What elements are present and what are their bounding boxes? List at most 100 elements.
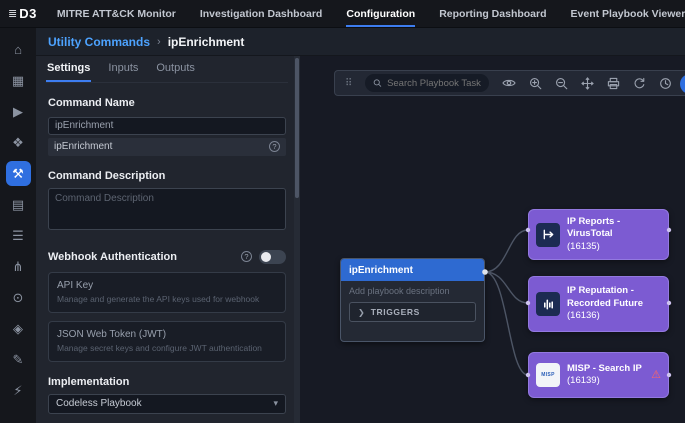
recorded-future-icon xyxy=(536,292,560,316)
breadcrumb-current: ipEnrichment xyxy=(168,35,245,49)
pencil-icon: ✎ xyxy=(13,353,24,366)
jwt-card[interactable]: JSON Web Token (JWT) Manage secret keys … xyxy=(48,321,286,362)
sidebar-item-database[interactable]: ☰ xyxy=(0,220,36,251)
tab-settings[interactable]: Settings xyxy=(46,56,91,82)
api-key-card[interactable]: API Key Manage and generate the API keys… xyxy=(48,272,286,313)
task-id: (16135) xyxy=(567,241,661,253)
misp-icon: MISP xyxy=(536,363,560,387)
playbook-canvas[interactable]: ⠿ xyxy=(300,56,685,423)
implementation-select[interactable]: Codeless Playbook ▾ xyxy=(48,394,286,414)
triggers-expander[interactable]: ❯ TRIGGERS xyxy=(349,302,476,322)
api-key-description: Manage and generate the API keys used fo… xyxy=(57,294,277,305)
brand-logo[interactable]: ≣ D3 xyxy=(0,0,47,27)
playbook-node-ipenrichment[interactable]: ipEnrichment Add playbook description ❯ … xyxy=(340,258,485,342)
triggers-label: TRIGGERS xyxy=(371,307,420,317)
zoom-out-button[interactable] xyxy=(555,77,568,90)
command-description-input[interactable] xyxy=(48,188,286,230)
command-description-label: Command Description xyxy=(48,170,286,182)
sidebar-item-broadcast[interactable]: ⊙ xyxy=(0,282,36,313)
move-icon xyxy=(581,77,594,90)
search-input[interactable] xyxy=(387,78,481,89)
sidebar-item-integrations[interactable]: ❖ xyxy=(0,127,36,158)
settings-panel: Settings Inputs Outputs Command Name ipE… xyxy=(36,56,300,423)
playbook-search[interactable] xyxy=(365,74,489,92)
pan-button[interactable] xyxy=(581,77,594,90)
nav-mitre-attack-monitor[interactable]: MITRE ATT&CK Monitor xyxy=(57,0,176,27)
webhook-authentication-label: Webhook Authentication xyxy=(48,251,177,263)
task-id: (16136) xyxy=(567,310,661,322)
sidebar-item-utility-commands[interactable]: ⚒ xyxy=(0,158,36,189)
task-id: (16139) xyxy=(567,375,644,387)
sidebar-item-monitor[interactable]: ▶ xyxy=(0,96,36,127)
nav-items: MITRE ATT&CK Monitor Investigation Dashb… xyxy=(57,0,685,27)
help-icon[interactable]: ? xyxy=(269,141,280,152)
network-icon: ⋔ xyxy=(13,260,24,273)
implementation-label: Implementation xyxy=(48,376,286,388)
command-name-internal-value: ipEnrichment xyxy=(54,141,112,152)
toggle-knob xyxy=(261,252,271,262)
sidebar-item-calendar[interactable]: ▦ xyxy=(0,65,36,96)
implementation-value: Codeless Playbook xyxy=(56,398,142,409)
chevron-right-icon: ❯ xyxy=(358,308,365,317)
logo-text: D3 xyxy=(19,6,37,21)
task-node-virustotal[interactable]: IP Reports - VirusTotal (16135) xyxy=(528,209,669,260)
sidebar-item-home[interactable]: ⌂ xyxy=(0,34,36,65)
scrollbar-thumb[interactable] xyxy=(295,58,299,198)
search-icon xyxy=(373,78,382,88)
nav-reporting-dashboard[interactable]: Reporting Dashboard xyxy=(439,0,546,27)
preview-button[interactable] xyxy=(502,76,516,90)
top-navigation: ≣ D3 MITRE ATT&CK Monitor Investigation … xyxy=(0,0,685,28)
webhook-help-icon[interactable]: ? xyxy=(241,251,252,262)
chevron-down-icon: ▾ xyxy=(273,398,278,409)
app-root: ≣ D3 MITRE ATT&CK Monitor Investigation … xyxy=(0,0,685,423)
calendar-alt-icon: ▤ xyxy=(12,198,24,211)
icon-sidebar: ⌂ ▦ ▶ ❖ ⚒ ▤ ☰ ⋔ ⊙ ◈ ✎ ⚡ xyxy=(0,28,36,423)
warning-icon[interactable]: ⚠ xyxy=(651,370,661,381)
sidebar-item-automation[interactable]: ⚡ xyxy=(0,375,36,406)
zoom-out-icon xyxy=(555,77,568,90)
webhook-toggle[interactable] xyxy=(259,250,286,264)
home-icon: ⌂ xyxy=(14,43,22,56)
task-node-misp[interactable]: MISP MISP - Search IP (16139) ⚠ xyxy=(528,352,669,398)
sidebar-item-editor[interactable]: ✎ xyxy=(0,344,36,375)
nav-investigation-dashboard[interactable]: Investigation Dashboard xyxy=(200,0,323,27)
nav-configuration[interactable]: Configuration xyxy=(346,0,415,27)
badge-icon: ◈ xyxy=(13,322,23,335)
api-key-title: API Key xyxy=(57,280,277,291)
chevron-right-icon: › xyxy=(157,36,161,48)
drag-handle-icon[interactable]: ⠿ xyxy=(345,78,352,89)
sidebar-item-connections[interactable]: ⋔ xyxy=(0,251,36,282)
printer-icon xyxy=(607,77,620,90)
playbook-node-description[interactable]: Add playbook description xyxy=(349,286,476,296)
print-button[interactable] xyxy=(607,77,620,90)
refresh-icon xyxy=(633,77,646,90)
sidebar-item-schedule[interactable]: ▤ xyxy=(0,189,36,220)
command-name-internal-row: ipEnrichment ? xyxy=(48,138,286,156)
zoom-in-icon xyxy=(529,77,542,90)
breadcrumb-parent[interactable]: Utility Commands xyxy=(48,35,150,49)
command-name-label: Command Name xyxy=(48,97,286,109)
task-title: IP Reputation - Recorded Future xyxy=(567,285,661,310)
playbook-toolbar: ⠿ xyxy=(334,70,685,96)
command-name-input[interactable] xyxy=(48,117,286,135)
task-node-recorded-future[interactable]: IP Reputation - Recorded Future (16136) xyxy=(528,276,669,332)
breadcrumb: Utility Commands › ipEnrichment xyxy=(36,28,685,56)
task-title: MISP - Search IP xyxy=(567,363,644,375)
history-button[interactable] xyxy=(659,77,672,90)
panel-tabs: Settings Inputs Outputs xyxy=(46,56,288,83)
sidebar-item-badge[interactable]: ◈ xyxy=(0,313,36,344)
jwt-title: JSON Web Token (JWT) xyxy=(57,329,277,340)
nav-event-playbook-viewer[interactable]: Event Playbook Viewer xyxy=(571,0,685,27)
refresh-button[interactable] xyxy=(633,77,646,90)
task-title: IP Reports - VirusTotal xyxy=(567,216,661,241)
calendar-icon: ▦ xyxy=(12,74,24,87)
wrench-icon: ⚒ xyxy=(12,167,24,180)
playbook-node-title[interactable]: ipEnrichment xyxy=(341,259,484,281)
tab-inputs[interactable]: Inputs xyxy=(107,56,139,82)
virustotal-icon xyxy=(536,223,560,247)
assistant-button[interactable] xyxy=(680,74,685,94)
tab-outputs[interactable]: Outputs xyxy=(155,56,196,82)
clock-icon xyxy=(659,77,672,90)
zoom-in-button[interactable] xyxy=(529,77,542,90)
jwt-description: Manage secret keys and configure JWT aut… xyxy=(57,343,277,354)
